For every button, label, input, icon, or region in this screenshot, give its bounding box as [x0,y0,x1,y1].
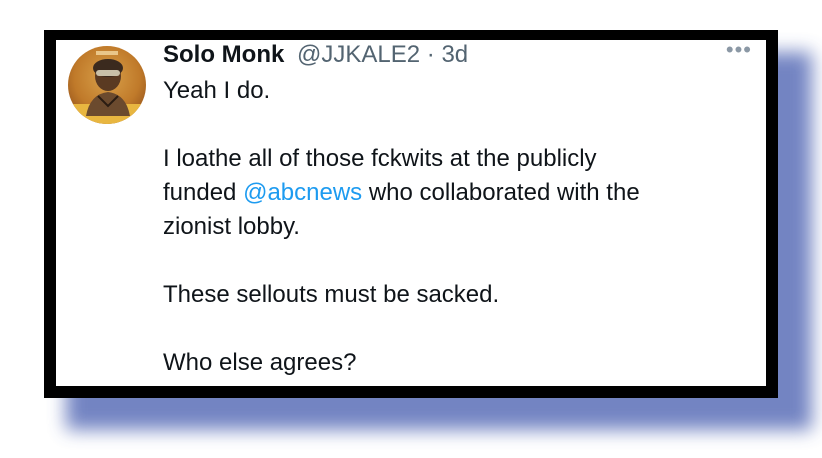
tweet-paragraph-4: Who else agrees? [163,349,357,376]
tweet-timestamp[interactable]: 3d [441,41,468,68]
tweet-card[interactable]: Solo Monk @JJKALE2 · 3d ••• Yeah I do. I… [56,40,766,386]
header-separator: · [426,41,435,68]
display-name[interactable]: Solo Monk [163,41,284,68]
screenshot-stage: Solo Monk @JJKALE2 · 3d ••• Yeah I do. I… [0,0,822,458]
tweet-paragraph-2-line-1: I loathe all of those fckwits at the pub… [163,145,597,172]
more-dots-icon[interactable]: ••• [726,40,752,66]
text-segment: funded [163,179,244,206]
tweet-header: Solo Monk @JJKALE2 · 3d [163,40,468,70]
profile-avatar-icon[interactable] [68,46,146,124]
mention-link[interactable]: @abcnews [243,179,362,206]
tweet-paragraph-2-line-3: zionist lobby. [163,213,300,240]
tweet-paragraph-3: These sellouts must be sacked. [163,281,500,308]
tweet-paragraph-1: Yeah I do. [163,77,271,104]
avatar-image [68,46,146,124]
text-segment: who collaborated with the [362,179,640,206]
tweet-paragraph-2-line-2: funded @abcnews who collaborated with th… [163,176,753,210]
user-handle[interactable]: @JJKALE2 [297,41,420,68]
tweet-text: Yeah I do. I loathe all of those fckwits… [163,74,753,380]
